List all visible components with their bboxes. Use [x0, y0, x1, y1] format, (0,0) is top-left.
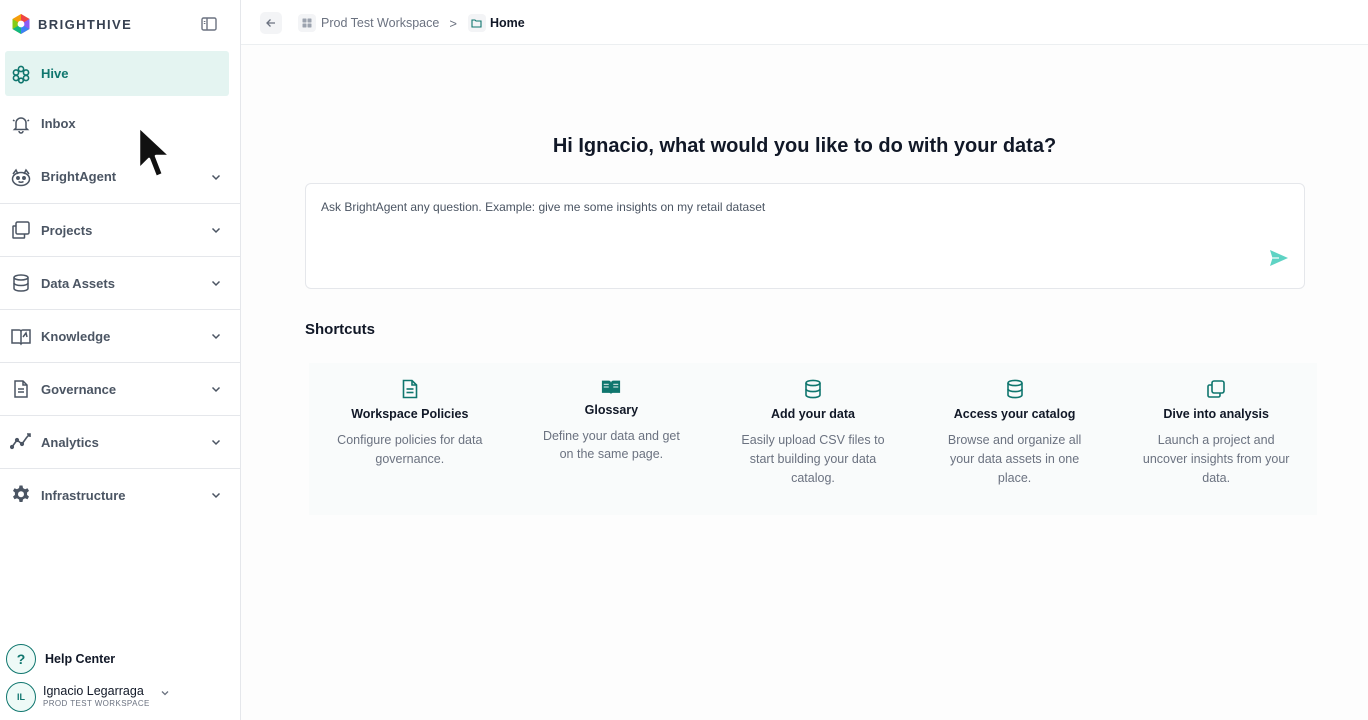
chevron-down-icon[interactable]	[210, 330, 222, 342]
sidebar-item-hive[interactable]: Hive	[0, 47, 240, 100]
shortcut-glossary[interactable]: Glossary Define your data and get on the…	[510, 363, 713, 515]
arrow-left-icon	[266, 19, 275, 27]
shortcut-description: Configure policies for data governance.	[337, 433, 483, 466]
breadcrumb-workspace[interactable]: Prod Test Workspace	[321, 16, 439, 30]
shortcut-description: Launch a project and uncover insights fr…	[1142, 433, 1290, 485]
sidebar-item-governance[interactable]: Governance	[0, 362, 240, 415]
open-book-icon	[601, 377, 621, 397]
sidebar-item-label: BrightAgent	[41, 169, 117, 184]
brand-logo: BRIGHTHIVE	[10, 12, 232, 36]
chevron-down-icon[interactable]	[210, 383, 222, 395]
mouse-cursor-icon	[137, 125, 172, 179]
help-icon: ?	[6, 644, 36, 674]
user-name: Ignacio Legarraga	[43, 684, 144, 698]
help-center-label: Help Center	[45, 652, 116, 666]
document-icon	[400, 379, 420, 399]
ask-input[interactable]: Ask BrightAgent any question. Example: g…	[305, 183, 1305, 289]
top-bar: Prod Test Workspace > Home	[241, 0, 1368, 45]
sidebar-item-label: Inbox	[41, 116, 76, 131]
analytics-icon	[10, 431, 32, 453]
ask-placeholder: Ask BrightAgent any question. Example: g…	[321, 200, 766, 214]
sidebar-item-label: Governance	[41, 381, 117, 397]
shortcut-description: Browse and organize all your data assets…	[947, 433, 1082, 485]
projects-icon	[10, 219, 32, 241]
main-content: Hi Ignacio, what would you like to do wi…	[241, 45, 1368, 720]
copy-icon	[1206, 379, 1226, 399]
gear-icon	[10, 484, 32, 506]
folder-icon	[467, 14, 486, 32]
database-icon	[803, 379, 823, 399]
sidebar: BRIGHTHIVE Hive Inbox BrightAgent Projec…	[0, 0, 241, 720]
sidebar-item-label: Hive	[41, 66, 69, 81]
agent-icon	[10, 166, 32, 188]
sidebar-item-label: Data Assets	[41, 275, 115, 291]
shortcut-title: Workspace Policies	[351, 407, 469, 421]
database-icon	[1005, 379, 1025, 399]
shortcut-access-your-catalog[interactable]: Access your catalog Browse and organize …	[913, 363, 1116, 515]
chevron-down-icon[interactable]	[160, 688, 170, 698]
shortcut-add-your-data[interactable]: Add your data Easily upload CSV files to…	[712, 363, 914, 515]
shortcut-title: Access your catalog	[953, 407, 1076, 421]
workspace-icon	[298, 14, 316, 32]
brand-name: BRIGHTHIVE	[38, 16, 133, 32]
sidebar-item-label: Analytics	[41, 434, 99, 450]
database-icon	[10, 272, 32, 294]
breadcrumb: Prod Test Workspace > Home	[298, 12, 525, 34]
shortcut-dive-into-analysis[interactable]: Dive into analysis Launch a project and …	[1115, 363, 1317, 515]
help-center-link[interactable]: ? Help Center	[6, 644, 115, 674]
shortcuts-heading: Shortcuts	[305, 321, 376, 338]
sidebar-item-brightagent[interactable]: BrightAgent	[0, 150, 240, 203]
page-title: Hi Ignacio, what would you like to do wi…	[552, 135, 1057, 157]
sidebar-toggle-icon[interactable]	[200, 15, 218, 33]
chevron-down-icon[interactable]	[210, 224, 222, 236]
send-icon[interactable]	[1268, 248, 1290, 268]
sidebar-item-analytics[interactable]: Analytics	[0, 415, 240, 468]
chevron-down-icon[interactable]	[210, 436, 222, 448]
shortcut-description: Define your data and get on the same pag…	[542, 429, 680, 461]
sidebar-item-infrastructure[interactable]: Infrastructure	[0, 468, 240, 521]
chevron-down-icon[interactable]	[210, 277, 222, 289]
chevron-down-icon[interactable]	[210, 171, 222, 183]
avatar: IL	[6, 682, 36, 712]
shortcut-title: Glossary	[584, 403, 639, 417]
user-menu[interactable]: IL Ignacio Legarraga PROD TEST WORKSPACE	[6, 682, 234, 712]
shortcut-description: Easily upload CSV files to start buildin…	[741, 433, 885, 485]
sidebar-item-label: Infrastructure	[41, 487, 126, 503]
sidebar-item-inbox[interactable]: Inbox	[0, 97, 240, 150]
shortcut-title: Dive into analysis	[1163, 407, 1269, 421]
shortcut-workspace-policies[interactable]: Workspace Policies Configure policies fo…	[309, 363, 511, 515]
hive-icon	[10, 63, 32, 85]
breadcrumb-separator: >	[449, 15, 457, 31]
chevron-down-icon[interactable]	[210, 489, 222, 501]
shortcuts-list: Workspace Policies Configure policies fo…	[309, 363, 1317, 515]
brighthive-logo-icon	[12, 14, 30, 34]
sidebar-item-label: Projects	[41, 222, 93, 238]
back-button[interactable]	[260, 12, 282, 34]
bell-icon	[10, 113, 32, 135]
user-workspace: PROD TEST WORKSPACE	[43, 699, 150, 708]
sidebar-item-knowledge[interactable]: Knowledge	[0, 309, 240, 362]
app-window: BRIGHTHIVE Hive Inbox BrightAgent Projec…	[0, 0, 1368, 720]
sidebar-item-label: Knowledge	[41, 328, 111, 344]
sidebar-item-projects[interactable]: Projects	[0, 203, 240, 256]
document-icon	[10, 378, 32, 400]
sidebar-item-data-assets[interactable]: Data Assets	[0, 256, 240, 309]
book-icon	[10, 325, 32, 347]
shortcut-title: Add your data	[770, 407, 855, 421]
breadcrumb-current: Home	[489, 16, 525, 30]
